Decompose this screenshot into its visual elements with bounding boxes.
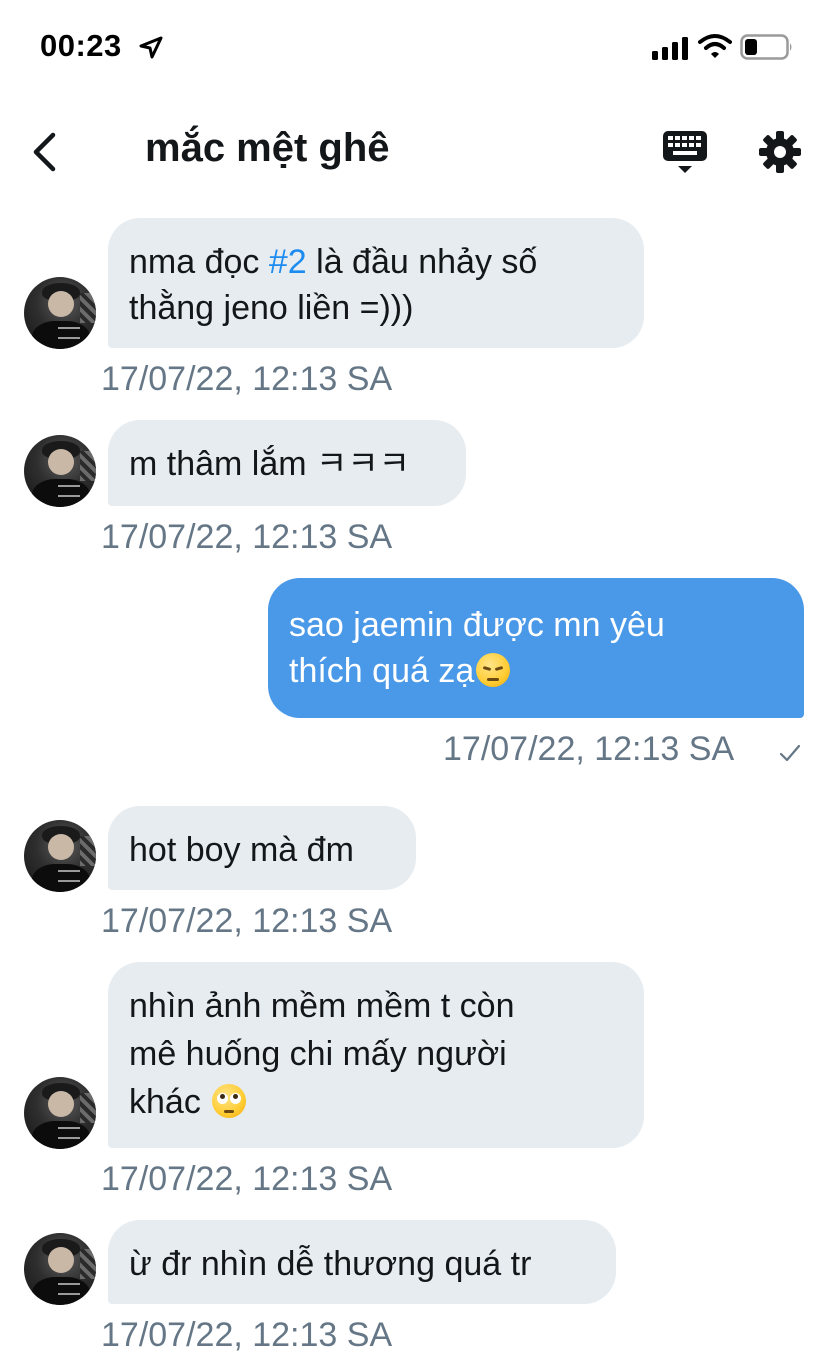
face-with-rolling-eyes-emoji <box>212 1084 247 1118</box>
wifi-icon <box>698 34 732 58</box>
cellular-signal-icon <box>652 37 688 60</box>
message-text: mê huống chi mấy người <box>129 1035 507 1073</box>
status-time: 00:23 <box>40 28 122 63</box>
checkmark-icon <box>779 744 801 762</box>
message-timestamp: 17/07/22, 12:13 SA <box>101 1160 393 1198</box>
location-arrow-icon <box>139 36 163 59</box>
message-text: sao jaemin được mn yêu <box>289 606 665 644</box>
settings-button[interactable] <box>756 128 804 176</box>
message-text: nma đọc <box>129 243 269 281</box>
sender-avatar[interactable] <box>24 1077 96 1149</box>
message-bubble-incoming[interactable]: hot boy mà đm <box>108 806 416 890</box>
message-bubble-incoming[interactable]: nhìn ảnh mềm mềm t còn mê huống chi mấy … <box>108 962 644 1148</box>
message-bubble-incoming[interactable]: m thâm lắm ㅋㅋㅋ <box>108 420 466 506</box>
sender-avatar[interactable] <box>24 435 96 507</box>
gear-icon <box>759 131 801 173</box>
message-bubble-incoming[interactable]: ừ đr nhìn dễ thương quá tr <box>108 1220 616 1304</box>
back-button[interactable] <box>20 124 70 180</box>
sender-avatar[interactable] <box>24 277 96 349</box>
message-timestamp: 17/07/22, 12:13 SA <box>101 360 393 398</box>
pensive-face-emoji <box>476 653 511 687</box>
message-text: thích quá zạ <box>289 652 475 690</box>
chevron-left-icon <box>33 132 56 172</box>
sender-avatar[interactable] <box>24 1233 96 1305</box>
keyboard-icon <box>663 131 707 173</box>
message-text: nhìn ảnh mềm mềm t còn <box>129 987 515 1025</box>
message-timestamp: 17/07/22, 12:13 SA <box>101 518 393 556</box>
message-bubble-outgoing[interactable]: sao jaemin được mn yêu thích quá zạ <box>268 578 804 718</box>
dm-conversation-screen: 00:23 mắc mệt ghê nma đọc #2 là đầu nhảy… <box>0 0 828 1366</box>
message-text: hot boy mà đm <box>129 831 354 869</box>
message-timestamp: 17/07/22, 12:13 SA <box>101 1316 393 1354</box>
hashtag-link[interactable]: #2 <box>269 243 307 281</box>
sender-avatar[interactable] <box>24 820 96 892</box>
message-timestamp: 17/07/22, 12:13 SA <box>101 902 393 940</box>
conversation-title: mắc mệt ghê <box>145 126 390 170</box>
message-bubble-incoming[interactable]: nma đọc #2 là đầu nhảy số thằng jeno liề… <box>108 218 644 348</box>
message-text: là đầu nhảy số <box>306 243 538 281</box>
message-text: m thâm lắm ㅋㅋㅋ <box>129 445 410 483</box>
battery-icon <box>740 34 792 60</box>
message-text: thằng jeno liền =))) <box>129 289 414 327</box>
message-text: ừ đr nhìn dễ thương quá tr <box>129 1245 532 1283</box>
message-text: khác <box>129 1083 201 1121</box>
keyboard-toggle-button[interactable] <box>660 128 710 176</box>
message-timestamp: 17/07/22, 12:13 SA <box>443 730 735 768</box>
